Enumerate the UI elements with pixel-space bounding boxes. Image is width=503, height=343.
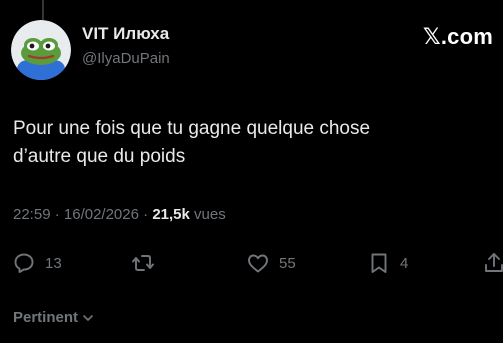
heart-icon xyxy=(248,254,268,273)
tweet-meta: 22:59 · 16/02/2026 · 21,5k vues xyxy=(13,206,226,223)
views-label: vues xyxy=(194,206,226,223)
x-logo-icon: 𝕏.com xyxy=(422,24,493,49)
meta-separator: · xyxy=(54,206,60,223)
author-handle[interactable]: @IlyaDuPain xyxy=(82,50,170,67)
brand-watermark: 𝕏.com xyxy=(423,24,493,50)
share-icon xyxy=(485,253,503,272)
avatar[interactable] xyxy=(11,20,71,80)
bookmark-button[interactable]: 4 xyxy=(367,251,408,275)
tweet-time[interactable]: 22:59 xyxy=(13,206,51,223)
pepe-frog-avatar-icon xyxy=(11,20,71,80)
sort-label: Pertinent xyxy=(13,309,79,326)
bookmark-count: 4 xyxy=(400,254,409,272)
chevron-down-icon xyxy=(83,314,93,321)
thread-connector-line xyxy=(42,0,44,20)
reply-icon xyxy=(14,253,34,273)
meta-separator: · xyxy=(143,206,149,223)
tweet-date[interactable]: 16/02/2026 xyxy=(64,206,139,223)
like-button[interactable]: 55 xyxy=(246,251,296,275)
share-button[interactable] xyxy=(484,251,503,275)
author-display-name[interactable]: VIT Илюха xyxy=(82,24,169,44)
retweet-icon xyxy=(132,255,154,271)
views-count: 21,5k xyxy=(152,206,190,223)
reply-count: 13 xyxy=(45,254,62,272)
tweet-text-line: Pour une fois que tu gagne quelque chose xyxy=(13,118,371,139)
retweet-button[interactable] xyxy=(131,251,164,275)
tweet-text: Pour une fois que tu gagne quelque chose… xyxy=(13,115,483,171)
tweet-text-line: d’autre que du poids xyxy=(13,146,186,167)
reply-button[interactable]: 13 xyxy=(12,251,62,275)
like-count: 55 xyxy=(279,254,296,272)
reply-sort-dropdown[interactable]: Pertinent xyxy=(13,309,94,326)
action-bar: 13 55 4 xyxy=(0,251,503,277)
bookmark-icon xyxy=(371,253,387,273)
